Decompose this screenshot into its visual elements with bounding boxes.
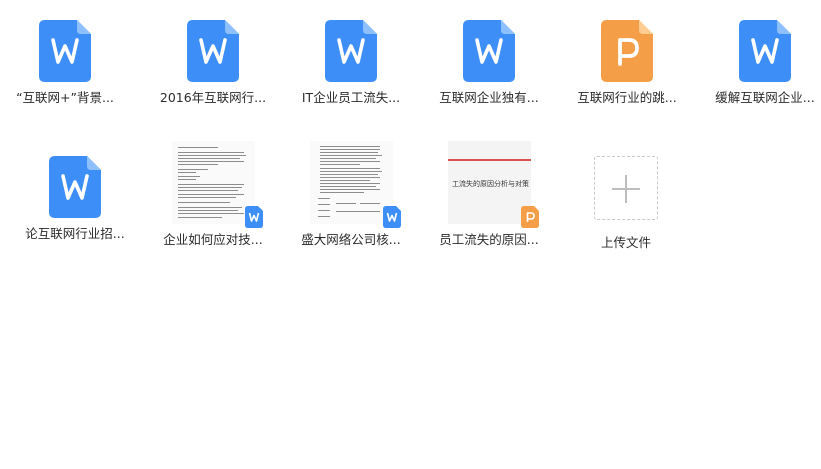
slide-title: 工流失的原因分析与对策: [452, 180, 529, 188]
file-name: 互联网行业的跳...: [577, 90, 677, 105]
file-item[interactable]: [310, 141, 401, 228]
slide-thumbnail: 工流失的原因分析与对策: [448, 141, 531, 224]
ppt-badge-icon: [521, 206, 539, 228]
file-name: 盛大网络公司核...: [301, 232, 401, 247]
file-item[interactable]: 互联网行业的跳...: [562, 0, 692, 118]
upload-label: 上传文件: [600, 235, 651, 250]
ppt-icon: [601, 20, 653, 82]
word-icon: [739, 20, 791, 82]
file-item[interactable]: IT企业员工流失...: [286, 0, 416, 118]
upload-button[interactable]: [594, 156, 658, 220]
file-item[interactable]: 工流失的原因分析与对策: [448, 141, 539, 228]
word-badge-icon: [245, 206, 263, 228]
word-icon: [49, 156, 101, 218]
word-icon: [187, 20, 239, 82]
file-item[interactable]: “互联网+”背景...: [0, 0, 130, 118]
file-item[interactable]: 论互联网行业招...: [10, 136, 140, 254]
word-icon: [463, 20, 515, 82]
file-name: 企业如何应对技...: [163, 232, 263, 247]
file-item[interactable]: 2016年互联网行...: [148, 0, 278, 118]
file-item[interactable]: [172, 141, 263, 228]
file-name: 论互联网行业招...: [25, 226, 125, 241]
file-item[interactable]: 互联网企业独有...: [424, 0, 554, 118]
word-badge-icon: [383, 206, 401, 228]
word-icon: [39, 20, 91, 82]
word-icon: [325, 20, 377, 82]
file-name: IT企业员工流失...: [301, 90, 401, 105]
file-name: “互联网+”背景...: [16, 90, 114, 105]
file-name: 2016年互联网行...: [159, 90, 267, 105]
file-item[interactable]: 缓解互联网企业...: [700, 0, 821, 118]
document-thumbnail: [310, 141, 393, 224]
slide-red-line: [448, 159, 531, 161]
file-name: 员工流失的原因...: [439, 232, 539, 247]
file-name: 缓解互联网企业...: [715, 90, 815, 105]
file-name: 互联网企业独有...: [439, 90, 539, 105]
document-thumbnail: [172, 141, 255, 224]
